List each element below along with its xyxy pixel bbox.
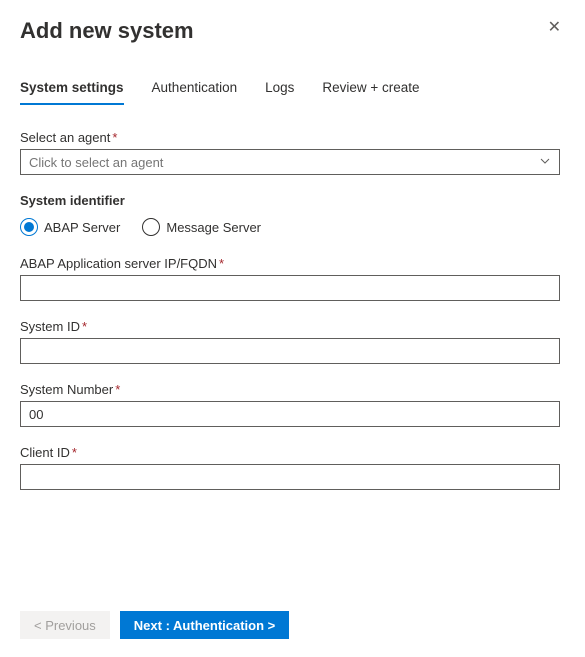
tab-bar: System settings Authentication Logs Revi… — [20, 74, 565, 106]
radio-message-server-label: Message Server — [166, 220, 261, 235]
chevron-down-icon — [539, 155, 551, 170]
page-title: Add new system — [20, 18, 194, 44]
radio-checked-icon — [20, 218, 38, 236]
previous-button: < Previous — [20, 611, 110, 639]
client-id-input[interactable] — [20, 464, 560, 490]
radio-unchecked-icon — [142, 218, 160, 236]
system-id-label: System ID* — [20, 319, 565, 334]
radio-message-server[interactable]: Message Server — [142, 218, 261, 236]
system-id-input[interactable] — [20, 338, 560, 364]
select-agent-placeholder: Click to select an agent — [29, 155, 163, 170]
tab-review-create[interactable]: Review + create — [322, 74, 419, 105]
system-number-input[interactable] — [20, 401, 560, 427]
select-agent-dropdown[interactable]: Click to select an agent — [20, 149, 560, 175]
close-icon[interactable]: ✕ — [544, 18, 565, 38]
system-number-label: System Number* — [20, 382, 565, 397]
tab-system-settings[interactable]: System settings — [20, 74, 124, 105]
abap-server-label: ABAP Application server IP/FQDN* — [20, 256, 565, 271]
next-button[interactable]: Next : Authentication > — [120, 611, 289, 639]
tab-authentication[interactable]: Authentication — [152, 74, 238, 105]
abap-server-input[interactable] — [20, 275, 560, 301]
radio-abap-server-label: ABAP Server — [44, 220, 120, 235]
select-agent-label: Select an agent* — [20, 130, 565, 145]
system-identifier-label: System identifier — [20, 193, 565, 208]
tab-logs[interactable]: Logs — [265, 74, 294, 105]
radio-abap-server[interactable]: ABAP Server — [20, 218, 120, 236]
client-id-label: Client ID* — [20, 445, 565, 460]
